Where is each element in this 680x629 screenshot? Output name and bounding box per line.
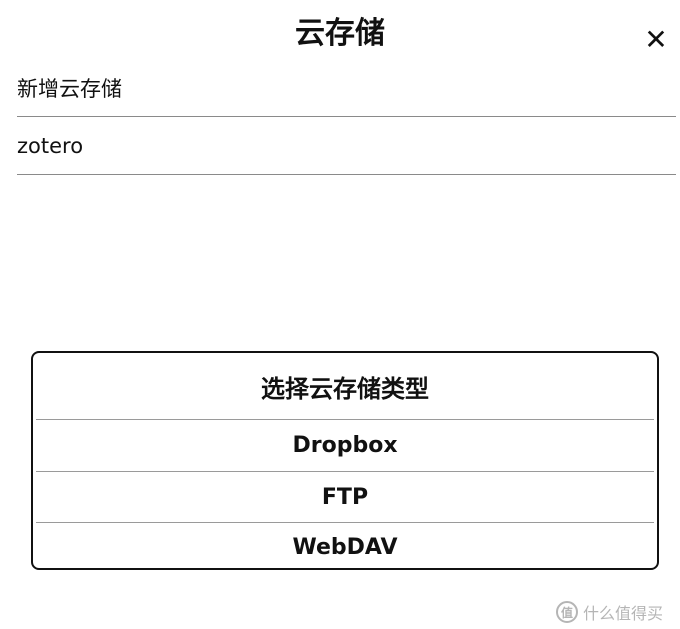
watermark: 值 什么值得买 [556,598,663,626]
watermark-logo-icon: 值 [556,601,578,623]
option-webdav[interactable]: WebDAV [33,522,657,572]
close-icon: ✕ [644,23,668,56]
watermark-text: 什么值得买 [583,604,664,623]
close-button[interactable]: ✕ [636,22,676,58]
storage-type-dialog: 选择云存储类型 Dropbox FTP WebDAV [31,351,659,570]
option-ftp[interactable]: FTP [33,472,657,522]
list-item-storage[interactable]: zotero [17,117,676,175]
list-item-label: 新增云存储 [17,77,122,101]
dialog-title: 选择云存储类型 [261,374,429,403]
list-item-add-storage[interactable]: 新增云存储 [17,60,676,117]
list-item-label: zotero [17,133,84,158]
page-title: 云存储 [295,16,385,51]
option-dropbox[interactable]: Dropbox [33,420,657,470]
